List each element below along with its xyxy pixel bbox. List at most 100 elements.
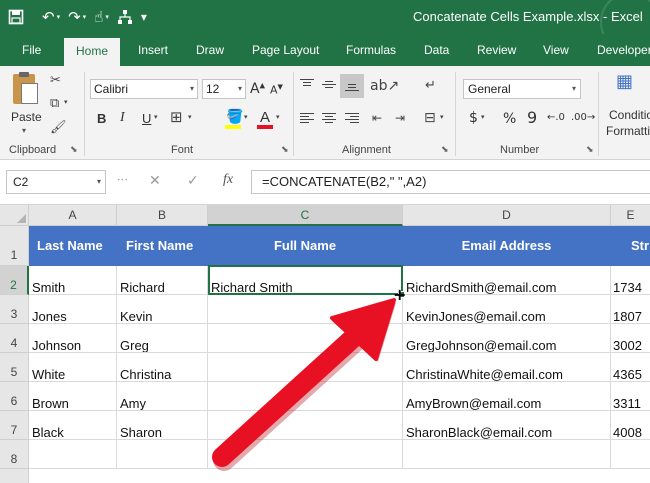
wrap-text-icon[interactable]: ↵: [425, 79, 436, 92]
cell-c7[interactable]: [208, 411, 403, 440]
chevron-down-icon[interactable]: ▾: [64, 99, 68, 106]
cell-a7[interactable]: Black: [29, 411, 117, 440]
chevron-down-icon[interactable]: ▾: [481, 114, 485, 121]
tab-formulas[interactable]: Formulas: [346, 34, 396, 66]
cell-c8[interactable]: [208, 440, 403, 469]
header-cell-email-address[interactable]: Email Address: [403, 226, 611, 266]
cell-b8[interactable]: [117, 440, 208, 469]
tab-file[interactable]: File: [22, 34, 41, 66]
middle-align-icon[interactable]: [322, 79, 336, 91]
row-header-6[interactable]: 6: [0, 382, 29, 411]
tab-home[interactable]: Home: [64, 38, 121, 66]
header-cell-full-name[interactable]: Full Name: [208, 226, 403, 266]
tab-view[interactable]: View: [543, 34, 569, 66]
cell-e5[interactable]: 4365: [611, 353, 650, 382]
borders-icon[interactable]: ⊞: [170, 110, 183, 125]
cell-c2[interactable]: Richard Smith: [208, 266, 403, 295]
cell-c6[interactable]: [208, 382, 403, 411]
underline-button[interactable]: U: [142, 112, 151, 125]
touch-mode-button[interactable]: ☝ ▾: [90, 5, 113, 29]
conditional-formatting-label-2[interactable]: Formatti: [606, 124, 650, 138]
currency-button[interactable]: $: [469, 111, 478, 125]
cell-b6[interactable]: Amy: [117, 382, 208, 411]
insert-function-button[interactable]: fx: [223, 173, 233, 187]
tab-insert[interactable]: Insert: [138, 34, 168, 66]
cell-d6[interactable]: AmyBrown@email.com: [403, 382, 611, 411]
dialog-launcher-icon[interactable]: ⬊: [281, 145, 289, 155]
cell-e3[interactable]: 1807: [611, 295, 650, 324]
row-header-2[interactable]: 2: [0, 266, 29, 295]
dialog-launcher-icon[interactable]: ⬊: [70, 145, 78, 155]
font-size-select[interactable]: 12 ▾: [202, 79, 246, 99]
font-name-select[interactable]: Calibri ▾: [90, 79, 198, 99]
cell-e4[interactable]: 3002: [611, 324, 650, 353]
cell-d5[interactable]: ChristinaWhite@email.com: [403, 353, 611, 382]
align-left-icon[interactable]: [300, 113, 314, 125]
decrease-decimal-icon[interactable]: .00→: [571, 113, 595, 123]
column-header-b[interactable]: B: [117, 205, 208, 226]
cell-b4[interactable]: Greg: [117, 324, 208, 353]
comma-button[interactable]: 9: [527, 110, 537, 126]
cut-icon[interactable]: ✂: [50, 74, 61, 87]
column-header-e[interactable]: E: [611, 205, 650, 226]
bottom-align-icon[interactable]: [345, 79, 359, 91]
select-all-button[interactable]: [0, 205, 29, 226]
tab-review[interactable]: Review: [477, 34, 516, 66]
row-header-9[interactable]: [0, 469, 29, 483]
chevron-down-icon[interactable]: ▾: [244, 114, 248, 121]
column-header-a[interactable]: A: [29, 205, 117, 226]
row-header-1[interactable]: 1: [0, 226, 29, 266]
align-center-icon[interactable]: [322, 113, 336, 125]
number-format-select[interactable]: General ▾: [463, 79, 581, 99]
increase-indent-icon[interactable]: ⇥: [395, 112, 405, 124]
conditional-formatting-label-1[interactable]: Conditio: [609, 108, 650, 122]
undo-button[interactable]: ↶ ▾: [38, 5, 64, 29]
cell-b5[interactable]: Christina: [117, 353, 208, 382]
grow-font-button[interactable]: A▲: [250, 82, 265, 96]
font-color-button[interactable]: A: [260, 110, 270, 125]
cell-b7[interactable]: Sharon: [117, 411, 208, 440]
enter-formula-button[interactable]: ✓: [187, 174, 199, 188]
cell-b2[interactable]: Richard: [117, 266, 208, 295]
tab-draw[interactable]: Draw: [196, 34, 224, 66]
bold-button[interactable]: B: [97, 112, 106, 125]
row-header-7[interactable]: 7: [0, 411, 29, 440]
chevron-down-icon[interactable]: ▾: [154, 114, 158, 121]
tab-developer[interactable]: Developer: [597, 34, 650, 66]
save-button[interactable]: [4, 5, 28, 29]
customize-qat-button[interactable]: ▾: [137, 5, 151, 29]
copy-icon[interactable]: ⧉: [50, 97, 59, 110]
cell-d4[interactable]: GregJohnson@email.com: [403, 324, 611, 353]
tab-data[interactable]: Data: [424, 34, 449, 66]
cell-a5[interactable]: White: [29, 353, 117, 382]
top-align-icon[interactable]: [300, 79, 314, 91]
cell-c4[interactable]: [208, 324, 403, 353]
cell-a8[interactable]: [29, 440, 117, 469]
dialog-launcher-icon[interactable]: ⬊: [441, 145, 449, 155]
cell-d7[interactable]: SharonBlack@email.com: [403, 411, 611, 440]
cell-d2[interactable]: RichardSmith@email.com: [403, 266, 611, 295]
cell-b3[interactable]: Kevin: [117, 295, 208, 324]
shrink-font-button[interactable]: A▼: [270, 84, 283, 96]
cell-e2[interactable]: 1734: [611, 266, 650, 295]
row-header-4[interactable]: 4: [0, 324, 29, 353]
redo-button[interactable]: ↷ ▾: [64, 5, 90, 29]
formula-bar-handle[interactable]: ⋮: [116, 174, 129, 184]
cell-e7[interactable]: 4008: [611, 411, 650, 440]
merge-center-icon[interactable]: ⊟: [424, 111, 436, 125]
increase-decimal-icon[interactable]: ←.0: [547, 113, 565, 123]
cell-c3[interactable]: [208, 295, 403, 324]
row-header-8[interactable]: 8: [0, 440, 29, 469]
fill-color-icon[interactable]: 🪣: [226, 110, 243, 124]
percent-button[interactable]: %: [503, 112, 516, 126]
chevron-down-icon[interactable]: ▾: [440, 114, 444, 121]
cell-a4[interactable]: Johnson: [29, 324, 117, 353]
column-header-c[interactable]: C: [208, 205, 403, 226]
cell-d8[interactable]: [403, 440, 611, 469]
cell-a3[interactable]: Jones: [29, 295, 117, 324]
cancel-formula-button[interactable]: ✕: [149, 174, 161, 188]
tab-page-layout[interactable]: Page Layout: [252, 34, 319, 66]
chevron-down-icon[interactable]: ▾: [188, 114, 192, 121]
italic-button[interactable]: I: [120, 111, 125, 125]
name-box[interactable]: C2 ▾: [6, 170, 106, 194]
